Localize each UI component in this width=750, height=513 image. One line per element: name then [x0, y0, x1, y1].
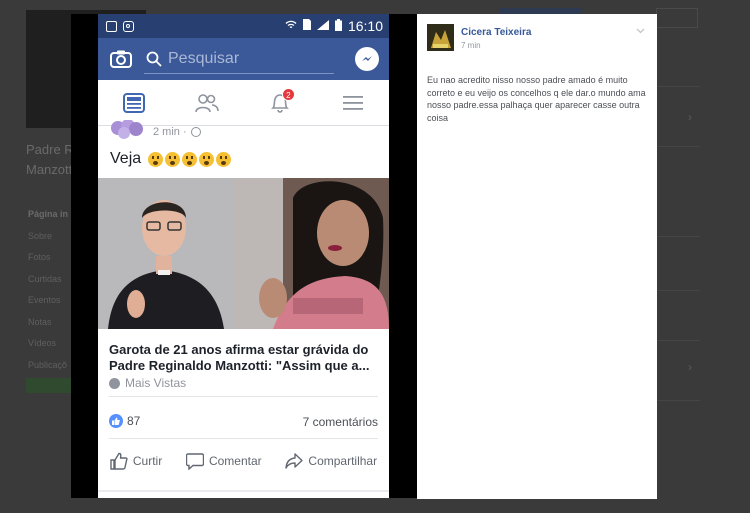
commenter-avatar[interactable]	[427, 24, 454, 51]
feed-post: 2 min · Veja Garota de 21 anos afirma es…	[98, 120, 389, 490]
wifi-icon	[285, 20, 297, 33]
clock: 16:10	[347, 18, 383, 34]
shocked-emoji-icon	[165, 151, 181, 167]
like-reaction-icon	[109, 414, 123, 428]
facebook-top-bar: Pesquisar	[98, 38, 389, 80]
post-text: Veja	[110, 150, 232, 168]
friends-icon	[195, 93, 219, 112]
search-icon	[146, 51, 162, 67]
share-arrow-icon	[285, 453, 304, 469]
background-right-column	[656, 0, 750, 513]
share-label: Compartilhar	[308, 454, 378, 468]
camera-icon[interactable]	[110, 50, 132, 68]
globe-icon	[191, 127, 201, 137]
next-feed-post	[98, 492, 389, 498]
post-timestamp: 2 min ·	[153, 126, 187, 138]
share-button[interactable]: Compartilhar	[285, 453, 377, 469]
tab-news-feed[interactable]	[114, 88, 154, 118]
post-text-label: Veja	[110, 150, 142, 167]
reaction-summary[interactable]: 87	[109, 414, 140, 428]
search-bar[interactable]: Pesquisar	[144, 44, 334, 74]
news-feed-icon	[123, 92, 146, 113]
phone-screenshot: 16:10 Pesquisar 2 2 min · Veja Garota de…	[98, 14, 389, 498]
battery-icon	[334, 18, 342, 34]
signal-icon	[316, 19, 329, 33]
thumbs-up-icon	[110, 452, 128, 470]
gallery-icon	[106, 20, 117, 32]
instagram-icon	[123, 20, 134, 32]
comments-panel: Cicera Teixeira 7 min Eu nao acredito ni…	[417, 14, 657, 499]
shocked-emoji-icon	[216, 151, 232, 167]
comment-text: Eu nao acredito nisso nosso padre amado …	[427, 75, 646, 123]
shocked-emoji-icon	[148, 151, 164, 167]
young-woman-photo	[233, 178, 389, 329]
link-source: Mais Vistas	[109, 376, 186, 390]
post-actions: Curtir Comentar Compartilhar	[98, 446, 389, 476]
tab-notifications[interactable]: 2	[260, 87, 300, 118]
priest-photo	[98, 178, 233, 329]
shocked-emoji-icon	[199, 151, 215, 167]
tab-friends[interactable]	[187, 88, 227, 118]
comments-count[interactable]: 7 comentários	[303, 415, 378, 429]
comment-timestamp[interactable]: 7 min	[461, 41, 481, 50]
like-button[interactable]: Curtir	[110, 452, 162, 470]
hamburger-menu-icon	[342, 95, 363, 110]
page-avatar[interactable]	[110, 120, 144, 140]
link-title[interactable]: Garota de 21 anos afirma estar grávida d…	[109, 342, 379, 374]
shocked-emoji-icon	[182, 151, 198, 167]
source-name: Mais Vistas	[125, 376, 187, 390]
android-status-bar: 16:10	[98, 14, 389, 38]
commenter-name[interactable]: Cicera Teixeira	[461, 27, 531, 38]
source-icon	[109, 377, 120, 389]
tab-menu[interactable]	[333, 88, 373, 118]
notification-badge: 2	[281, 87, 295, 101]
comment-label: Comentar	[208, 454, 262, 468]
divider	[109, 396, 378, 397]
sim-card-icon	[302, 19, 311, 33]
divider	[109, 438, 378, 439]
comment-button[interactable]: Comentar	[185, 452, 262, 470]
chevron-down-icon[interactable]	[636, 26, 645, 36]
like-label: Curtir	[132, 454, 163, 468]
link-preview-image[interactable]	[98, 178, 389, 329]
comment-bubble-icon	[185, 452, 204, 470]
search-placeholder: Pesquisar	[168, 49, 240, 67]
background-green-badge	[26, 378, 72, 393]
post-header: 2 min ·	[98, 120, 389, 140]
messenger-icon[interactable]	[355, 47, 379, 71]
likes-count: 87	[127, 414, 141, 428]
